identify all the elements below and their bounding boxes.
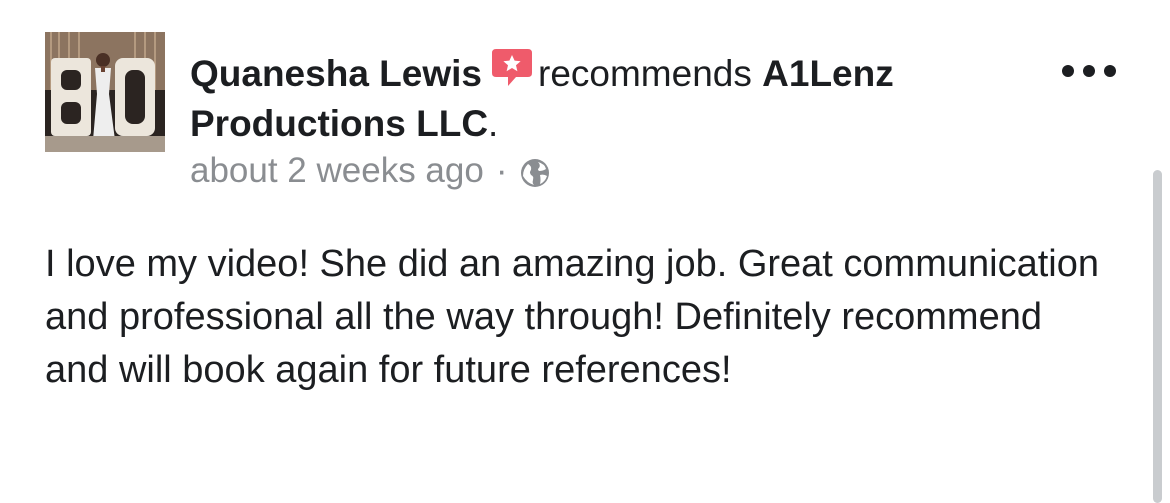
- recommends-verb: recommends: [538, 53, 752, 94]
- author-name[interactable]: Quanesha Lewis: [190, 53, 482, 94]
- more-dot: [1062, 65, 1074, 77]
- scrollbar[interactable]: [1153, 170, 1162, 503]
- post-timestamp[interactable]: about 2 weeks ago: [190, 148, 484, 194]
- recommendation-post: Quanesha Lewis recommends A1Lenz Product…: [0, 0, 1170, 503]
- avatar-photo: [45, 32, 165, 152]
- more-dot: [1083, 65, 1095, 77]
- globe-icon[interactable]: [519, 155, 551, 187]
- post-text: I love my video! She did an amazing job.…: [45, 243, 1099, 391]
- meta-separator: ·: [495, 151, 508, 190]
- more-dot: [1104, 65, 1116, 77]
- post-meta: about 2 weeks ago ·: [190, 148, 551, 194]
- recommendation-star-icon: [490, 46, 534, 90]
- page-name-suffix: .: [488, 103, 499, 144]
- avatar[interactable]: [45, 32, 165, 152]
- post-header: Quanesha Lewis recommends A1Lenz Product…: [190, 46, 1010, 149]
- more-options-icon[interactable]: [1062, 56, 1116, 86]
